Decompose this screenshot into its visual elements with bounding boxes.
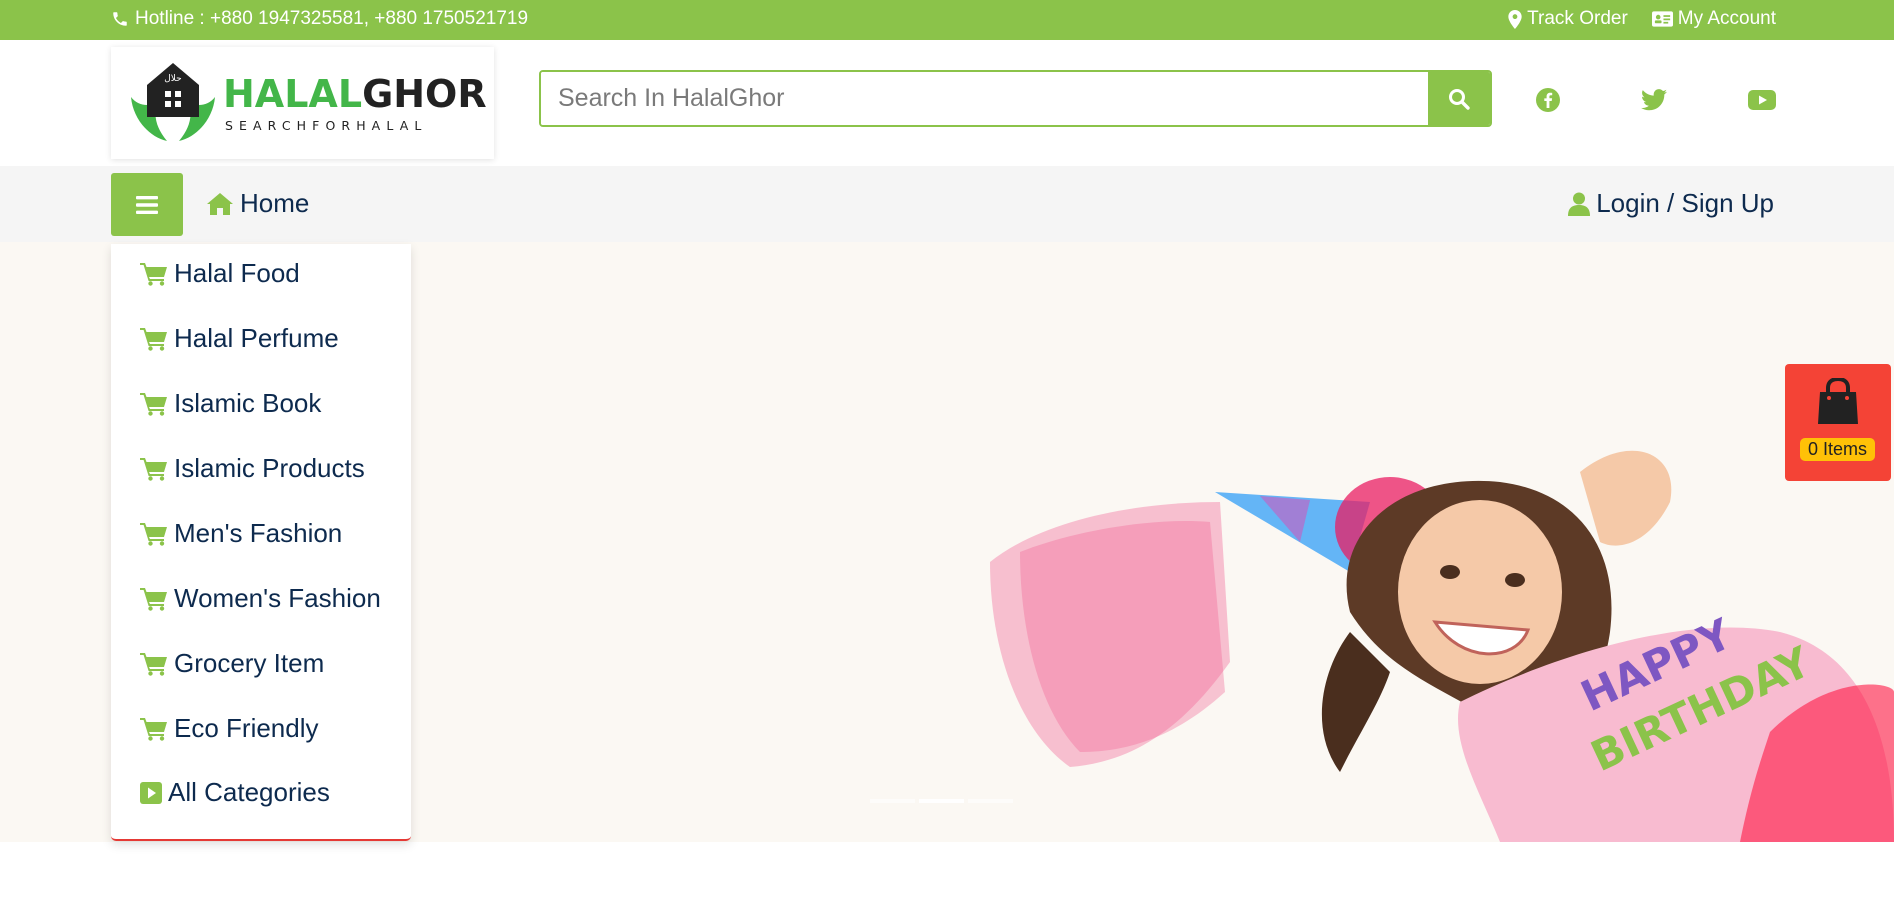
main-nav: Home Login / Sign Up xyxy=(0,166,1894,242)
logo-wordmark: HALALGHOR xyxy=(223,75,487,113)
youtube-icon xyxy=(1748,90,1776,110)
logo-tagline: SEARCHFORHALAL xyxy=(225,118,428,133)
search-button[interactable] xyxy=(1428,72,1490,125)
search-icon xyxy=(1449,88,1470,110)
site-header: حلال HALALGHOR SEARCHFORHALAL xyxy=(0,40,1894,166)
hotline-text: Hotline : +880 1947325581, +880 17505217… xyxy=(135,8,529,29)
cart-icon xyxy=(140,457,167,481)
map-marker-icon xyxy=(1508,9,1522,29)
category-dropdown: Halal Food Halal Perfume Islamic Book Is… xyxy=(111,244,411,841)
my-account-link[interactable]: My Account xyxy=(1651,8,1776,30)
facebook-icon xyxy=(1536,88,1560,112)
birthday-girl-image: HAPPY BIRTHDAY xyxy=(990,450,1894,842)
category-label: Women's Fashion xyxy=(174,583,381,613)
hotline: Hotline : +880 1947325581, +880 17505217… xyxy=(111,8,528,30)
shopping-bag-icon xyxy=(1818,378,1858,424)
phone-icon xyxy=(113,12,127,26)
cart-item-count: 0 Items xyxy=(1800,438,1876,461)
nav-login[interactable]: Login / Sign Up xyxy=(1568,188,1774,219)
play-square-icon xyxy=(140,781,162,804)
category-menu-toggle[interactable] xyxy=(111,173,183,236)
nav-login-label: Login / Sign Up xyxy=(1596,188,1774,218)
user-icon xyxy=(1568,192,1591,216)
nav-home-label: Home xyxy=(240,188,310,218)
logo-ghor: GHOR xyxy=(362,72,487,116)
twitter-link[interactable] xyxy=(1640,86,1668,114)
hamburger-icon xyxy=(136,195,158,214)
nav-home[interactable]: Home xyxy=(206,188,309,219)
category-item-islamic-products[interactable]: Islamic Products xyxy=(140,453,365,484)
category-item-mens-fashion[interactable]: Men's Fashion xyxy=(140,518,342,549)
category-item-halal-food[interactable]: Halal Food xyxy=(140,258,300,289)
top-bar: Hotline : +880 1947325581, +880 17505217… xyxy=(0,0,1894,40)
category-label: Men's Fashion xyxy=(174,518,343,548)
category-item-all-categories[interactable]: All Categories xyxy=(140,777,330,808)
svg-text:حلال: حلال xyxy=(164,74,181,84)
cart-icon xyxy=(140,717,167,741)
logo-halal: HALAL xyxy=(223,72,363,116)
floating-cart[interactable]: 0 Items xyxy=(1785,364,1891,481)
carousel-dot-active[interactable] xyxy=(919,799,964,803)
category-label: Halal Food xyxy=(174,258,300,288)
cart-icon xyxy=(140,327,167,351)
category-label: Islamic Book xyxy=(174,388,322,418)
category-item-womens-fashion[interactable]: Women's Fashion xyxy=(140,583,381,614)
category-item-grocery-item[interactable]: Grocery Item xyxy=(140,648,324,679)
youtube-link[interactable] xyxy=(1748,86,1776,114)
category-label: All Categories xyxy=(168,777,330,807)
carousel-dot[interactable] xyxy=(968,799,1013,803)
category-label: Islamic Products xyxy=(174,453,365,483)
category-label: Halal Perfume xyxy=(174,323,339,353)
category-item-eco-friendly[interactable]: Eco Friendly xyxy=(140,713,319,744)
my-account-label: My Account xyxy=(1677,8,1776,29)
category-item-halal-perfume[interactable]: Halal Perfume xyxy=(140,323,339,354)
cart-icon xyxy=(140,392,167,416)
cart-icon xyxy=(140,262,167,286)
category-label: Eco Friendly xyxy=(174,713,319,743)
category-item-islamic-book[interactable]: Islamic Book xyxy=(140,388,321,419)
category-label: Grocery Item xyxy=(174,648,325,678)
home-icon xyxy=(207,192,233,215)
cart-icon xyxy=(140,522,167,546)
site-logo[interactable]: حلال HALALGHOR SEARCHFORHALAL xyxy=(111,47,494,159)
track-order-label: Track Order xyxy=(1527,8,1628,29)
track-order-link[interactable]: Track Order xyxy=(1508,8,1628,30)
facebook-link[interactable] xyxy=(1534,86,1562,114)
search-input[interactable] xyxy=(541,72,1428,125)
twitter-icon xyxy=(1641,89,1667,111)
cart-icon xyxy=(140,652,167,676)
logo-house-hands-icon: حلال xyxy=(131,63,215,141)
carousel-indicators xyxy=(870,799,1013,803)
search-bar xyxy=(539,70,1492,127)
cart-icon xyxy=(140,587,167,611)
carousel-dot[interactable] xyxy=(870,799,915,803)
id-card-icon xyxy=(1651,11,1673,27)
